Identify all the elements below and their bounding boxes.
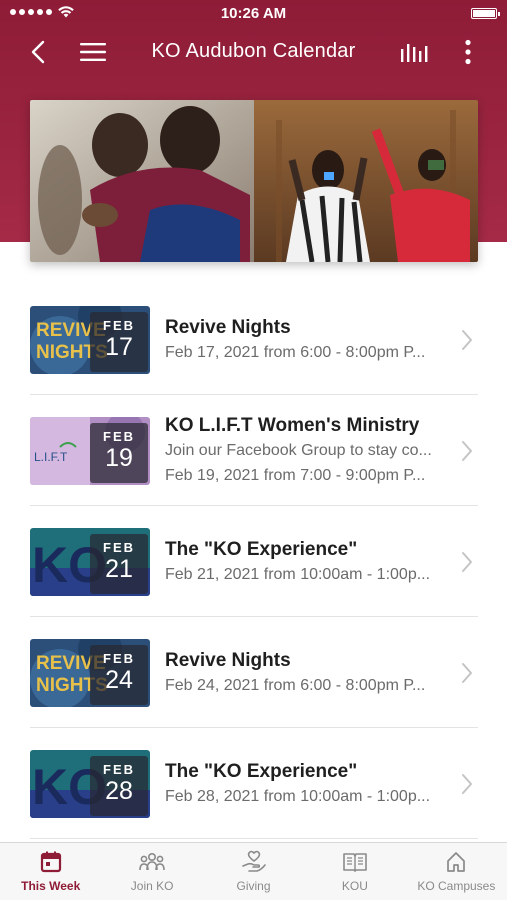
- giving-hand-icon: [241, 850, 266, 872]
- date-badge-day: 21: [105, 555, 133, 583]
- nav-bar: KO Audubon Calendar: [0, 30, 507, 74]
- date-badge-month: FEB: [103, 429, 135, 444]
- calendar-icon: [40, 851, 61, 873]
- list-item[interactable]: REVIVE NIGHTS FEB 24 Revive Nights Feb 2…: [30, 617, 478, 728]
- book-icon: [343, 853, 367, 872]
- status-time: 10:26 AM: [220, 5, 287, 22]
- tab-kou[interactable]: KOU: [304, 843, 405, 900]
- event-date: Feb 28, 2021 from 10:00am - 1:00p...: [165, 788, 431, 805]
- date-badge-day: 28: [105, 777, 133, 805]
- event-date: Feb 17, 2021 from 6:00 - 8:00pm P...: [165, 344, 426, 361]
- tab-label: KO Campuses: [417, 879, 496, 893]
- date-badge-month: FEB: [103, 318, 135, 333]
- chevron-right-icon: [462, 663, 472, 683]
- event-thumbnail: L.I.F.T FEB 19: [30, 417, 150, 485]
- date-badge: FEB 24: [90, 645, 148, 705]
- event-thumbnail: REVIVE NIGHTS FEB 24: [30, 639, 150, 707]
- battery-icon: [471, 8, 500, 19]
- tab-this-week[interactable]: This Week: [0, 843, 101, 900]
- page-title: KO Audubon Calendar: [151, 40, 356, 62]
- event-title: KO L.I.F.T Women's Ministry: [165, 415, 420, 436]
- event-title: The "KO Experience": [165, 761, 358, 782]
- date-badge-day: 17: [105, 333, 133, 361]
- hero-image: [30, 100, 478, 262]
- chevron-right-icon: [462, 441, 472, 461]
- tab-bar: This Week Join KO Giving KOU KO Campuses: [0, 842, 507, 900]
- thumb-lift-text: L.I.F.T: [34, 450, 68, 464]
- list-item[interactable]: REVIVE NIGHTS FEB 17 Revive Nights Feb 1…: [30, 284, 478, 395]
- stats-button[interactable]: [398, 36, 430, 68]
- date-badge-month: FEB: [103, 540, 135, 555]
- date-badge: FEB 17: [90, 312, 148, 372]
- tab-label: Giving: [236, 879, 271, 893]
- date-badge-day: 24: [105, 666, 133, 694]
- event-title: Revive Nights: [165, 650, 291, 671]
- tab-ko-campuses[interactable]: KO Campuses: [406, 843, 507, 900]
- date-badge-month: FEB: [103, 762, 135, 777]
- date-badge: FEB 19: [90, 423, 148, 483]
- tab-label: This Week: [21, 879, 81, 893]
- event-date: Feb 24, 2021 from 6:00 - 8:00pm P...: [165, 677, 426, 694]
- tab-giving[interactable]: Giving: [203, 843, 304, 900]
- event-thumbnail: KO FEB 21: [30, 528, 150, 596]
- status-bar: 10:26 AM: [0, 0, 507, 28]
- event-date: Feb 21, 2021 from 10:00am - 1:00p...: [165, 566, 431, 583]
- home-icon: [447, 852, 466, 872]
- more-vertical-icon: [465, 39, 471, 65]
- event-list: REVIVE NIGHTS FEB 17 Revive Nights Feb 1…: [30, 284, 478, 839]
- event-title: Revive Nights: [165, 317, 291, 338]
- list-item[interactable]: L.I.F.T FEB 19 KO L.I.F.T Women's Minist…: [30, 395, 478, 506]
- date-badge: FEB 21: [90, 534, 148, 594]
- tab-label: Join KO: [130, 879, 174, 893]
- event-thumbnail: KO FEB 28: [30, 750, 150, 818]
- tab-join-ko[interactable]: Join KO: [101, 843, 202, 900]
- list-item[interactable]: KO FEB 28 The "KO Experience" Feb 28, 20…: [30, 728, 478, 839]
- chevron-right-icon: [462, 774, 472, 794]
- date-badge-month: FEB: [103, 651, 135, 666]
- tab-label: KOU: [341, 879, 368, 893]
- group-icon: [139, 852, 165, 871]
- bar-chart-icon: [401, 44, 428, 62]
- event-date: Feb 19, 2021 from 7:00 - 9:00pm P...: [165, 467, 426, 484]
- chevron-right-icon: [462, 552, 472, 572]
- chevron-right-icon: [462, 330, 472, 350]
- list-item[interactable]: KO FEB 21 The "KO Experience" Feb 21, 20…: [30, 506, 478, 617]
- event-description: Join our Facebook Group to stay co...: [165, 442, 432, 459]
- event-title: The "KO Experience": [165, 539, 358, 560]
- event-thumbnail: REVIVE NIGHTS FEB 17: [30, 306, 150, 374]
- date-badge-day: 19: [105, 444, 133, 472]
- date-badge: FEB 28: [90, 756, 148, 816]
- more-options-button[interactable]: [452, 36, 484, 68]
